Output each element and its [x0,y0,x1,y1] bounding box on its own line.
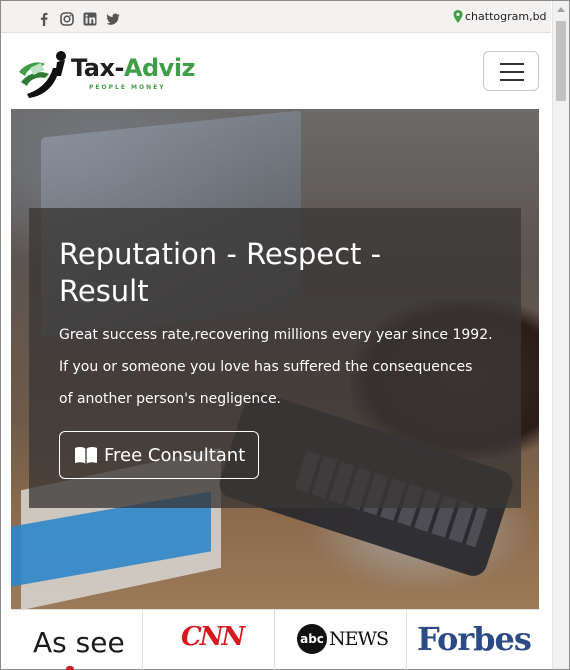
free-consultant-button[interactable]: Free Consultant [59,431,259,479]
scroll-thumb[interactable] [556,21,566,101]
social-links [37,12,120,26]
abc-news-logo: abc NEWS [297,624,389,654]
hamburger-icon [500,63,524,65]
hero-text-line-2: If you or someone you love has suffered … [59,359,473,375]
logo-wordmark-accent: Adviz [123,54,196,82]
book-icon [74,446,98,464]
hamburger-icon-bar [500,79,524,81]
twitter-icon[interactable] [106,12,120,26]
abc-news-logo-cell: abc NEWS [275,610,407,670]
heading-accent [66,666,74,670]
hamburger-menu-button[interactable] [483,51,539,91]
abc-news-wordmark: NEWS [329,628,389,650]
hamburger-icon-bar [500,71,524,73]
map-pin-icon [453,10,463,23]
as-seen-heading: As see [33,626,125,659]
instagram-icon[interactable] [60,12,74,26]
facebook-icon[interactable] [37,12,51,26]
location-text: chattogram,bd [465,10,547,23]
logo-wordmark-main: Tax- [71,54,124,82]
logo-wordmark: Tax-Adviz [71,54,196,82]
hero-text-line-3: of another person's negligence. [59,391,282,407]
location: chattogram,bd [453,10,547,23]
forbes-logo-cell: Forbes [407,610,539,670]
logo-mark-icon [15,46,71,98]
scroll-up-arrow-icon[interactable] [557,7,565,12]
as-seen-on-strip: As see CNN abc NEWS Forbes [11,609,539,670]
forbes-logo: Forbes [417,620,532,658]
top-info-bar: chattogram,bd [1,1,551,33]
abc-logo-circle: abc [297,624,327,654]
as-seen-heading-cell: As see [11,610,143,670]
logo-tagline: PEOPLE MONEY [89,84,166,91]
free-consultant-label: Free Consultant [104,444,246,466]
hero-overlay-card: Reputation - Respect - Result Great succ… [29,208,521,508]
linkedin-icon[interactable] [83,12,97,26]
site-logo[interactable]: Tax-Adviz PEOPLE MONEY [15,46,215,98]
cnn-logo: CNN [181,622,245,652]
scrollbar[interactable] [552,1,569,669]
cnn-logo-cell: CNN [143,610,275,670]
hero-title: Reputation - Respect - Result [59,237,382,308]
hero-text-line-1: Great success rate,recovering millions e… [59,327,493,343]
